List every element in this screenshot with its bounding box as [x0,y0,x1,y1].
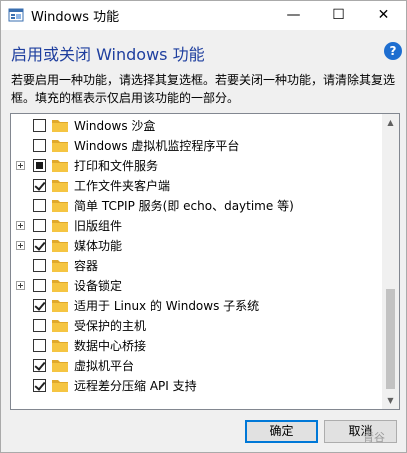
feature-checkbox[interactable] [33,319,46,332]
watermark-text: 青谷 [363,431,385,444]
feature-label: 媒体功能 [74,239,123,253]
feature-checkbox[interactable] [33,239,46,252]
feature-label: 虚拟机平台 [74,359,135,373]
feature-checkbox[interactable] [33,219,46,232]
feature-label: 数据中心桥接 [74,339,147,353]
windows-features-dialog: Windows 功能 — ☐ ✕ 启用或关闭 Windows 功能 ? 若要启用… [0,0,407,453]
feature-checkbox[interactable] [33,339,46,352]
folder-icon [52,340,68,352]
feature-label: Windows 沙盒 [74,119,156,133]
expand-plus-icon[interactable] [16,281,25,290]
minimize-button[interactable]: — [271,1,316,30]
feature-checkbox[interactable] [33,379,46,392]
cancel-button[interactable]: 取消 [324,420,397,443]
feature-label: 受保护的主机 [74,319,147,333]
feature-checkbox[interactable] [33,259,46,272]
expand-plus-icon[interactable] [16,241,25,250]
feature-row[interactable]: 容器 [11,256,381,276]
windows-features-icon [8,8,24,22]
feature-row[interactable]: 简单 TCPIP 服务(即 echo、daytime 等) [11,196,381,216]
feature-checkbox[interactable] [33,279,46,292]
expand-plus-icon[interactable] [16,221,25,230]
feature-label: 简单 TCPIP 服务(即 echo、daytime 等) [74,199,294,213]
help-icon[interactable]: ? [384,42,402,60]
feature-checkbox[interactable] [33,139,46,152]
feature-row[interactable]: Windows 虚拟机监控程序平台 [11,136,381,156]
folder-icon [52,200,68,212]
feature-row[interactable]: 虚拟机平台 [11,356,381,376]
folder-icon [52,120,68,132]
feature-row[interactable]: 媒体功能 [11,236,381,256]
vertical-scrollbar[interactable]: ▲ ▼ [382,114,399,409]
folder-icon [52,220,68,232]
scroll-down-arrow-icon[interactable]: ▼ [382,392,399,409]
folder-icon [52,260,68,272]
feature-checkbox[interactable] [33,359,46,372]
feature-label: 适用于 Linux 的 Windows 子系统 [74,299,260,313]
folder-icon [52,240,68,252]
scroll-thumb[interactable] [386,289,395,389]
feature-row[interactable]: 受保护的主机 [11,316,381,336]
folder-icon [52,160,68,172]
title-bar[interactable]: Windows 功能 — ☐ ✕ [1,1,406,30]
feature-checkbox[interactable] [33,199,46,212]
window-title: Windows 功能 [31,10,120,25]
feature-row[interactable]: 数据中心桥接 [11,336,381,356]
page-heading: 启用或关闭 Windows 功能 [11,45,205,64]
folder-icon [52,320,68,332]
folder-icon [52,180,68,192]
folder-icon [52,380,68,392]
feature-label: Windows 虚拟机监控程序平台 [74,139,240,153]
feature-checkbox[interactable] [33,159,46,172]
feature-label: 容器 [74,259,99,273]
close-button[interactable]: ✕ [361,1,406,30]
feature-label: 设备锁定 [74,279,123,293]
feature-checkbox[interactable] [33,179,46,192]
feature-row[interactable]: 设备锁定 [11,276,381,296]
feature-row[interactable]: 旧版组件 [11,216,381,236]
features-tree[interactable]: Windows 沙盒 Windows 虚拟机监控程序平台 打印和文件服务 工作文件夹客… [10,113,400,410]
folder-icon [52,300,68,312]
feature-label: 旧版组件 [74,219,123,233]
feature-row[interactable]: 远程差分压缩 API 支持 [11,376,381,396]
feature-row[interactable]: 工作文件夹客户端 [11,176,381,196]
feature-checkbox[interactable] [33,299,46,312]
ok-button[interactable]: 确定 [245,420,318,443]
feature-checkbox[interactable] [33,119,46,132]
scroll-up-arrow-icon[interactable]: ▲ [382,114,399,131]
feature-label: 打印和文件服务 [74,159,159,173]
feature-label: 远程差分压缩 API 支持 [74,379,197,393]
features-list: Windows 沙盒 Windows 虚拟机监控程序平台 打印和文件服务 工作文件夹客… [11,116,381,396]
folder-icon [52,280,68,292]
feature-row[interactable]: Windows 沙盒 [11,116,381,136]
feature-row[interactable]: 打印和文件服务 [11,156,381,176]
maximize-button[interactable]: ☐ [316,1,361,30]
folder-icon [52,360,68,372]
folder-icon [52,140,68,152]
expand-plus-icon[interactable] [16,161,25,170]
feature-row[interactable]: 适用于 Linux 的 Windows 子系统 [11,296,381,316]
description-text: 若要启用一种功能，请选择其复选框。若要关闭一种功能，请清除其复选框。填充的框表示… [11,73,396,105]
feature-label: 工作文件夹客户端 [74,179,171,193]
